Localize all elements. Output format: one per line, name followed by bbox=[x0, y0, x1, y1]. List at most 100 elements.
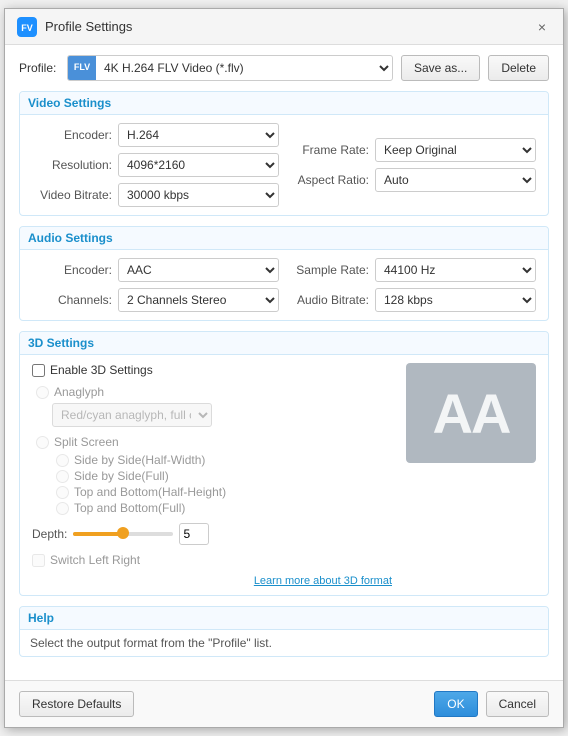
profile-icon: FLV bbox=[68, 56, 96, 80]
title-bar-left: FV Profile Settings bbox=[17, 17, 132, 37]
audio-settings-header: Audio Settings bbox=[20, 227, 548, 250]
threed-settings-body: Enable 3D Settings Anaglyph Red/cyan ana… bbox=[20, 355, 548, 595]
aspect-label: Aspect Ratio: bbox=[289, 173, 369, 187]
dialog-content: Profile: FLV 4K H.264 FLV Video (*.flv) … bbox=[5, 45, 563, 680]
depth-label: Depth: bbox=[32, 527, 67, 541]
channels-label: Channels: bbox=[32, 293, 112, 307]
dialog-window: FV Profile Settings × Profile: FLV 4K H.… bbox=[4, 8, 564, 728]
anaglyph-select: Red/cyan anaglyph, full color bbox=[52, 403, 212, 427]
audiobitrate-label: Audio Bitrate: bbox=[289, 293, 369, 307]
side-full-row: Side by Side(Full) bbox=[52, 469, 396, 483]
splitscreen-radio bbox=[36, 436, 49, 449]
cancel-button[interactable]: Cancel bbox=[486, 691, 549, 717]
threed-settings-section: 3D Settings Enable 3D Settings Anaglyph bbox=[19, 331, 549, 596]
samplerate-select[interactable]: 44100 Hz bbox=[375, 258, 536, 282]
app-icon: FV bbox=[17, 17, 37, 37]
depth-row: Depth: bbox=[32, 523, 396, 545]
bitrate-select[interactable]: 30000 kbps bbox=[118, 183, 279, 207]
switch-lr-checkbox bbox=[32, 554, 45, 567]
profile-select-wrapper[interactable]: FLV 4K H.264 FLV Video (*.flv) bbox=[67, 55, 393, 81]
anaglyph-label: Anaglyph bbox=[54, 385, 104, 399]
learn-more-link[interactable]: Learn more about 3D format bbox=[32, 575, 396, 587]
bitrate-row: Video Bitrate: 30000 kbps bbox=[32, 183, 279, 207]
audio-encoder-row: Encoder: AAC bbox=[32, 258, 279, 282]
switch-lr-label: Switch Left Right bbox=[50, 553, 140, 567]
ok-button[interactable]: OK bbox=[434, 691, 477, 717]
aspect-row: Aspect Ratio: Auto bbox=[289, 168, 536, 192]
audio-left: Encoder: AAC Channels: 2 Channels Stereo bbox=[32, 258, 279, 312]
footer: Restore Defaults OK Cancel bbox=[5, 680, 563, 727]
help-header: Help bbox=[20, 607, 548, 630]
help-body: Select the output format from the "Profi… bbox=[20, 630, 548, 656]
restore-defaults-button[interactable]: Restore Defaults bbox=[19, 691, 134, 717]
bitrate-label: Video Bitrate: bbox=[32, 188, 112, 202]
delete-button[interactable]: Delete bbox=[488, 55, 549, 81]
audiobitrate-select[interactable]: 128 kbps bbox=[375, 288, 536, 312]
video-form-grid: Encoder: H.264 Resolution: 4096*2160 bbox=[32, 123, 536, 207]
resolution-select[interactable]: 4096*2160 bbox=[118, 153, 279, 177]
top-half-radio bbox=[56, 486, 69, 499]
video-settings-header: Video Settings bbox=[20, 92, 548, 115]
video-left: Encoder: H.264 Resolution: 4096*2160 bbox=[32, 123, 279, 207]
anaglyph-row: Anaglyph bbox=[32, 385, 396, 399]
splitscreen-label: Split Screen bbox=[54, 435, 119, 449]
switch-row: Switch Left Right bbox=[32, 553, 396, 567]
top-full-row: Top and Bottom(Full) bbox=[52, 501, 396, 515]
audio-form-grid: Encoder: AAC Channels: 2 Channels Stereo bbox=[32, 258, 536, 312]
enable-3d-label[interactable]: Enable 3D Settings bbox=[50, 363, 153, 377]
anaglyph-select-wrapper: Red/cyan anaglyph, full color bbox=[32, 403, 396, 427]
video-right: Frame Rate: Keep Original Aspect Ratio: … bbox=[289, 138, 536, 192]
encoder-label: Encoder: bbox=[32, 128, 112, 142]
dialog-title: Profile Settings bbox=[45, 19, 132, 34]
close-button[interactable]: × bbox=[533, 18, 551, 36]
threed-settings-header: 3D Settings bbox=[20, 332, 548, 355]
top-half-label: Top and Bottom(Half-Height) bbox=[74, 485, 226, 499]
top-full-label: Top and Bottom(Full) bbox=[74, 501, 185, 515]
video-settings-section: Video Settings Encoder: H.264 Resolution… bbox=[19, 91, 549, 216]
encoder-row: Encoder: H.264 bbox=[32, 123, 279, 147]
side-full-label: Side by Side(Full) bbox=[74, 469, 169, 483]
resolution-row: Resolution: 4096*2160 bbox=[32, 153, 279, 177]
threed-preview: AA bbox=[406, 363, 536, 463]
svg-text:FV: FV bbox=[21, 23, 33, 33]
framerate-select[interactable]: Keep Original bbox=[375, 138, 536, 162]
aspect-select[interactable]: Auto bbox=[375, 168, 536, 192]
anaglyph-radio bbox=[36, 386, 49, 399]
encoder-select[interactable]: H.264 bbox=[118, 123, 279, 147]
top-half-row: Top and Bottom(Half-Height) bbox=[52, 485, 396, 499]
title-bar: FV Profile Settings × bbox=[5, 9, 563, 45]
side-half-radio bbox=[56, 454, 69, 467]
depth-thumb[interactable] bbox=[117, 527, 129, 539]
audio-encoder-label: Encoder: bbox=[32, 263, 112, 277]
audiobitrate-row: Audio Bitrate: 128 kbps bbox=[289, 288, 536, 312]
top-full-radio bbox=[56, 502, 69, 515]
audio-settings-section: Audio Settings Encoder: AAC Channels: bbox=[19, 226, 549, 321]
depth-fill bbox=[73, 532, 123, 536]
depth-input[interactable] bbox=[179, 523, 209, 545]
samplerate-row: Sample Rate: 44100 Hz bbox=[289, 258, 536, 282]
splitscreen-row: Split Screen bbox=[32, 435, 396, 449]
help-text: Select the output format from the "Profi… bbox=[30, 636, 272, 650]
channels-select[interactable]: 2 Channels Stereo bbox=[118, 288, 279, 312]
side-half-row: Side by Side(Half-Width) bbox=[52, 453, 396, 467]
profile-label: Profile: bbox=[19, 61, 59, 75]
audio-encoder-select[interactable]: AAC bbox=[118, 258, 279, 282]
threed-left: Enable 3D Settings Anaglyph Red/cyan ana… bbox=[32, 363, 396, 587]
channels-row: Channels: 2 Channels Stereo bbox=[32, 288, 279, 312]
splitscreen-options: Side by Side(Half-Width) Side by Side(Fu… bbox=[32, 453, 396, 515]
profile-row: Profile: FLV 4K H.264 FLV Video (*.flv) … bbox=[19, 55, 549, 81]
help-section: Help Select the output format from the "… bbox=[19, 606, 549, 657]
samplerate-label: Sample Rate: bbox=[289, 263, 369, 277]
framerate-row: Frame Rate: Keep Original bbox=[289, 138, 536, 162]
framerate-label: Frame Rate: bbox=[289, 143, 369, 157]
audio-right: Sample Rate: 44100 Hz Audio Bitrate: 128… bbox=[289, 258, 536, 312]
side-full-radio bbox=[56, 470, 69, 483]
depth-slider-wrapper[interactable] bbox=[73, 531, 173, 537]
enable-3d-checkbox[interactable] bbox=[32, 364, 45, 377]
video-settings-body: Encoder: H.264 Resolution: 4096*2160 bbox=[20, 115, 548, 215]
preview-text: AA bbox=[433, 381, 510, 446]
save-as-button[interactable]: Save as... bbox=[401, 55, 480, 81]
profile-select[interactable]: 4K H.264 FLV Video (*.flv) bbox=[96, 60, 392, 76]
resolution-label: Resolution: bbox=[32, 158, 112, 172]
audio-settings-body: Encoder: AAC Channels: 2 Channels Stereo bbox=[20, 250, 548, 320]
